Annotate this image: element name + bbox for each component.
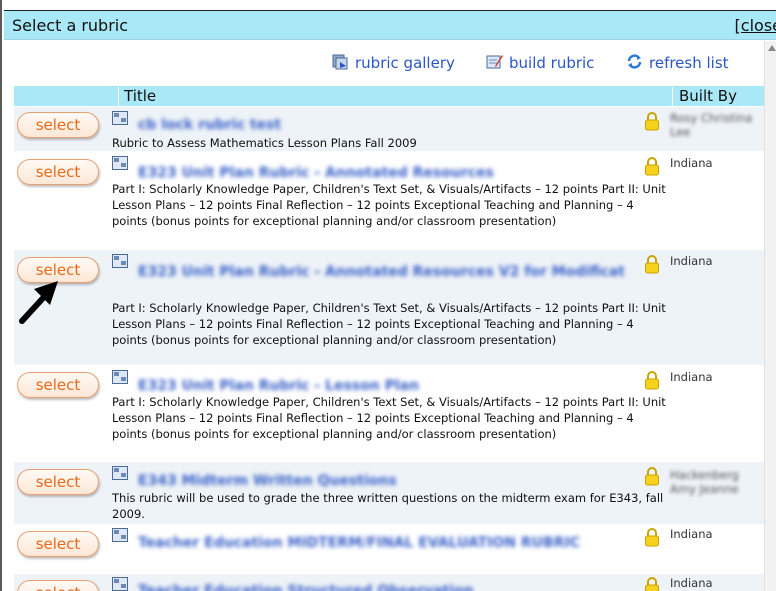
rubric-title-link[interactable]: E323 Unit Plan Rubric - Annotated Resour…	[138, 165, 494, 181]
rubric-description: This rubric will be used to grade the th…	[112, 491, 664, 521]
lock-icon	[645, 528, 659, 547]
build-rubric-link[interactable]: build rubric	[486, 53, 594, 72]
rubric-description: Part I: Scholarly Knowledge Paper, Child…	[112, 395, 666, 441]
select-button[interactable]: select	[17, 469, 99, 495]
lock-icon	[645, 112, 659, 131]
select-button[interactable]: select	[17, 580, 99, 591]
rubric-title-link[interactable]: cb lock rubric test	[138, 117, 281, 133]
build-icon	[486, 55, 503, 69]
built-by: Hackenberg Amy Jeanne	[670, 468, 739, 496]
select-button[interactable]: select	[17, 112, 99, 138]
column-title: Title	[118, 87, 156, 106]
built-by: Indiana	[670, 370, 713, 384]
rubric-icon	[112, 577, 128, 591]
rubric-description: Part I: Scholarly Knowledge Paper, Child…	[112, 301, 666, 347]
table-row: select cb lock rubric test Rubric to Ass…	[14, 107, 764, 151]
rubric-title-link[interactable]: Teacher Education MIDTERM/FINAL EVALUATI…	[138, 534, 618, 552]
table-row: select Teacher Education Structured Obse…	[14, 574, 764, 591]
dialog-titlebar: Select a rubric [close	[4, 10, 776, 40]
rubric-icon	[112, 528, 128, 542]
table-header: Title Built By	[14, 86, 764, 106]
scroll-up-arrow-icon[interactable]	[768, 45, 776, 51]
table-row: select Teacher Education MIDTERM/FINAL E…	[14, 525, 764, 573]
refresh-icon	[627, 54, 642, 69]
select-button[interactable]: select	[17, 372, 99, 398]
lock-icon	[645, 157, 659, 176]
dialog-title: Select a rubric	[12, 16, 129, 35]
refresh-list-label: refresh list	[649, 54, 729, 72]
table-row: select E343 Midterm Written Questions Th…	[14, 462, 764, 524]
refresh-list-link[interactable]: refresh list	[626, 53, 729, 72]
lock-icon	[645, 467, 659, 486]
pointer-arrow-icon	[19, 281, 58, 324]
built-by: Indiana	[670, 527, 713, 541]
toolbar: rubric gallery build rubric refresh list	[4, 41, 764, 85]
gallery-icon	[332, 54, 348, 70]
rubric-description: Part I: Scholarly Knowledge Paper, Child…	[112, 182, 666, 228]
built-by: Rosy Christina Lee	[670, 111, 753, 139]
select-button[interactable]: select	[17, 159, 99, 185]
table-row: select E323 Unit Plan Rubric - Lesson Pl…	[14, 366, 764, 462]
rubric-title-link[interactable]: E343 Midterm Written Questions	[138, 473, 397, 489]
rubric-title-link[interactable]: Teacher Education Structured Observation	[138, 583, 474, 591]
select-button[interactable]: select	[17, 531, 99, 557]
column-built-by: Built By	[672, 87, 764, 106]
rubric-description: Rubric to Assess Mathematics Lesson Plan…	[112, 136, 417, 150]
rubric-gallery-label: rubric gallery	[355, 54, 455, 72]
rubric-icon	[112, 156, 128, 170]
built-by: Indiana	[670, 576, 713, 590]
rubric-icon	[112, 370, 128, 384]
rubric-gallery-link[interactable]: rubric gallery	[332, 53, 455, 72]
built-by: Indiana	[670, 254, 713, 268]
table-row: select E323 Unit Plan Rubric - Annotated…	[14, 152, 764, 250]
table-row: select E323 Unit Plan Rubric - Annotated…	[14, 250, 764, 365]
rubric-title-link[interactable]: E323 Unit Plan Rubric - Lesson Plan	[138, 378, 419, 394]
rubric-icon	[112, 254, 128, 268]
vertical-scrollbar[interactable]	[764, 41, 776, 591]
rubric-title-link[interactable]: E323 Unit Plan Rubric - Annotated Resour…	[138, 263, 648, 281]
rubric-icon	[112, 466, 128, 480]
built-by: Indiana	[670, 156, 713, 170]
lock-icon	[645, 577, 659, 591]
rubric-icon	[112, 111, 128, 125]
build-rubric-label: build rubric	[509, 54, 595, 72]
close-link[interactable]: [close	[735, 16, 776, 35]
lock-icon	[645, 255, 659, 274]
rubric-dialog: Select a rubric [close rubric gallery bu…	[0, 0, 776, 591]
lock-icon	[645, 371, 659, 390]
